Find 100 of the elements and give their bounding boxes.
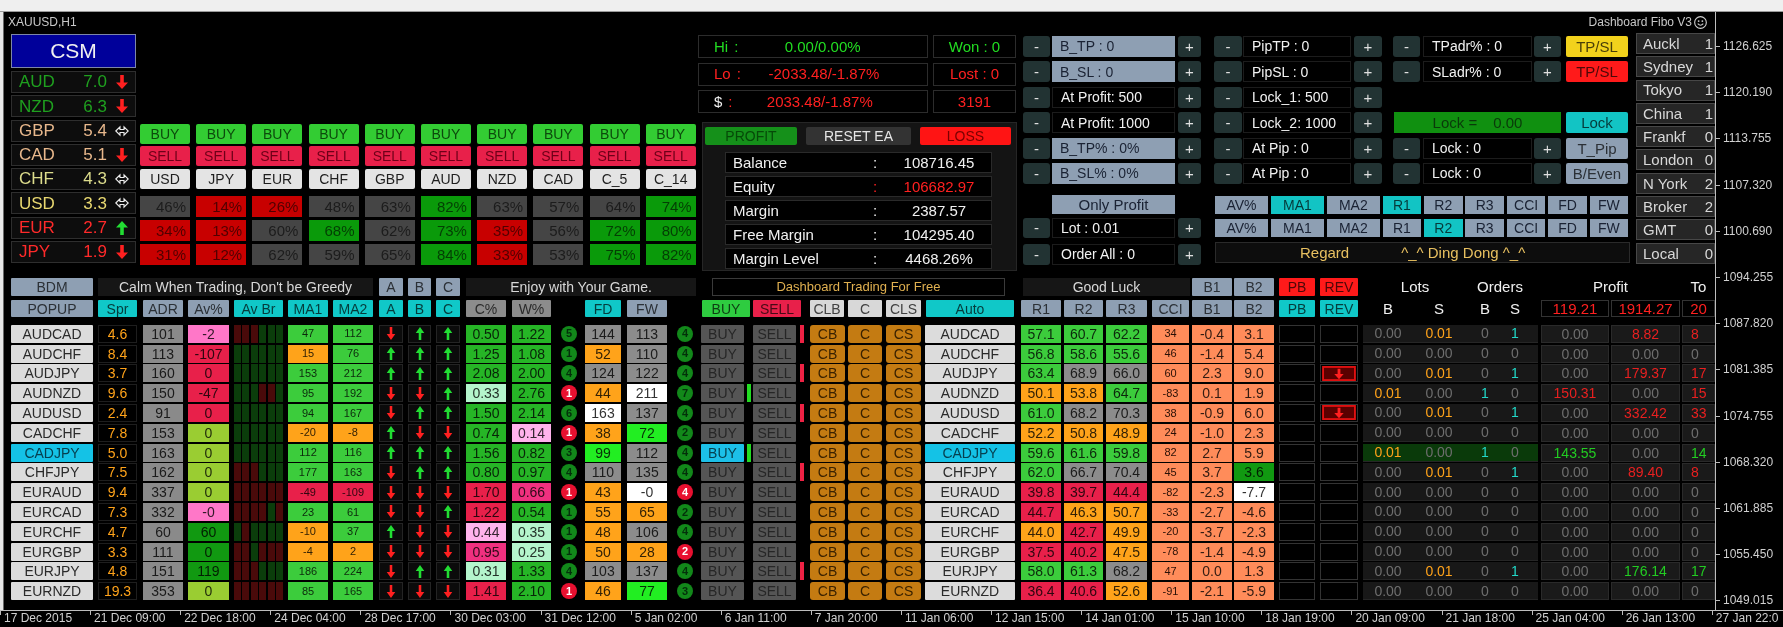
close-all-button[interactable]: C <box>848 423 882 442</box>
indicator-toggle[interactable]: FD <box>1548 218 1587 237</box>
increase-button[interactable]: + <box>1354 86 1382 108</box>
setting-field[interactable]: At Profit: 1000 <box>1052 112 1175 134</box>
action-button[interactable]: T_Pip <box>1566 137 1628 159</box>
column-button[interactable]: SELL <box>753 300 801 317</box>
setting-field[interactable]: B_TP% : 0% <box>1052 137 1175 159</box>
symbol-button[interactable]: CADJPY <box>925 443 1015 462</box>
setting-field[interactable]: Order All : 0 <box>1052 243 1175 265</box>
symbol-button[interactable]: EURCAD <box>11 502 93 521</box>
buy-button[interactable]: BUY <box>308 124 359 144</box>
buy-button[interactable]: BUY <box>645 124 696 144</box>
column-button[interactable]: C <box>848 300 882 317</box>
header-button[interactable]: A <box>379 278 403 296</box>
setting-field[interactable]: PipTP : 0 <box>1243 36 1351 57</box>
symbol-button[interactable]: CHFJPY <box>11 463 93 482</box>
close-sell-button[interactable]: CS <box>886 502 921 521</box>
increase-button[interactable]: + <box>1354 36 1382 57</box>
close-all-button[interactable]: C <box>848 384 882 403</box>
decrease-button[interactable]: - <box>1023 112 1050 134</box>
column-button[interactable]: FD <box>585 300 621 317</box>
header-button[interactable]: BDM <box>11 278 93 296</box>
decrease-button[interactable]: - <box>1023 243 1050 265</box>
indicator-toggle[interactable]: R2 <box>1424 195 1463 214</box>
only-profit-button[interactable]: Only Profit <box>1052 194 1175 214</box>
close-buy-button[interactable]: CB <box>810 423 845 442</box>
close-all-button[interactable]: C <box>848 364 882 383</box>
close-buy-button[interactable]: CB <box>810 483 845 502</box>
increase-button[interactable]: + <box>1534 162 1561 184</box>
decrease-button[interactable]: - <box>1023 61 1050 83</box>
buy-button[interactable]: BUY <box>420 124 471 144</box>
symbol-button[interactable]: EURAUD <box>11 483 93 502</box>
symbol-button[interactable]: EURJPY <box>11 562 93 581</box>
indicator-toggle[interactable]: MA1 <box>1270 218 1324 237</box>
action-button[interactable]: TP/SL <box>1566 61 1628 83</box>
header-button[interactable]: B1 <box>1192 278 1232 296</box>
column-button[interactable]: FW <box>627 300 667 317</box>
increase-button[interactable]: + <box>1178 36 1201 57</box>
close-all-button[interactable]: C <box>848 344 882 363</box>
setting-field[interactable]: B_SL% : 0% <box>1052 162 1175 184</box>
indicator-toggle[interactable]: AV% <box>1215 218 1268 237</box>
increase-button[interactable]: + <box>1534 137 1561 159</box>
decrease-button[interactable]: - <box>1023 217 1050 238</box>
close-sell-button[interactable]: CS <box>886 522 921 541</box>
symbol-button[interactable]: EURCHF <box>11 522 93 541</box>
close-all-button[interactable]: C <box>848 522 882 541</box>
setting-field[interactable]: Lock_2: 1000 <box>1243 112 1351 134</box>
action-button[interactable]: TP/SL <box>1566 36 1628 57</box>
symbol-button[interactable]: AUDNZD <box>11 384 93 403</box>
indicator-toggle[interactable]: R1 <box>1382 218 1422 237</box>
close-sell-button[interactable]: CS <box>886 463 921 482</box>
column-button[interactable]: REV <box>1320 300 1358 317</box>
close-buy-button[interactable]: CB <box>810 542 845 561</box>
decrease-button[interactable]: - <box>1023 86 1050 108</box>
close-sell-button[interactable]: CS <box>886 404 921 422</box>
increase-button[interactable]: + <box>1354 162 1382 184</box>
column-button[interactable]: C% <box>466 300 506 317</box>
sell-button[interactable]: SELL <box>477 146 528 166</box>
close-buy-button[interactable]: CB <box>810 562 845 581</box>
symbol-button[interactable]: CADCHF <box>11 423 93 442</box>
buy-button[interactable]: BUY <box>701 443 744 462</box>
column-button[interactable]: MA2 <box>333 300 373 317</box>
indicator-toggle[interactable]: CCI <box>1506 195 1546 214</box>
increase-button[interactable]: + <box>1178 86 1201 108</box>
sell-button[interactable]: SELL <box>589 146 640 166</box>
sell-button[interactable]: SELL <box>140 146 190 166</box>
header-button[interactable]: B2 <box>1234 278 1274 296</box>
close-all-button[interactable]: C <box>848 443 882 462</box>
buy-button[interactable]: BUY <box>477 124 528 144</box>
column-button[interactable]: POPUP <box>11 300 93 317</box>
indicator-toggle[interactable]: MA2 <box>1326 218 1380 237</box>
increase-button[interactable]: + <box>1354 61 1382 83</box>
sell-button[interactable]: SELL <box>308 146 359 166</box>
loss-button[interactable]: LOSS <box>920 127 1011 145</box>
close-buy-button[interactable]: CB <box>810 404 845 422</box>
decrease-button[interactable]: - <box>1023 162 1050 184</box>
symbol-button[interactable]: EURGBP <box>925 542 1015 561</box>
buy-button[interactable]: BUY <box>196 124 247 144</box>
setting-field[interactable]: B_TP : 0 <box>1052 36 1175 57</box>
decrease-button[interactable]: - <box>1214 36 1242 57</box>
symbol-button[interactable]: EURNZD <box>11 582 93 601</box>
symbol-button[interactable]: EURGBP <box>11 542 93 561</box>
buy-button[interactable]: BUY <box>140 124 190 144</box>
sell-button[interactable]: SELL <box>196 146 247 166</box>
indicator-toggle[interactable]: R3 <box>1465 195 1504 214</box>
setting-field[interactable]: Lock : 0 <box>1423 162 1532 184</box>
close-sell-button[interactable]: CS <box>886 384 921 403</box>
column-button[interactable]: B2 <box>1234 300 1274 317</box>
column-button[interactable]: Av% <box>188 300 229 317</box>
decrease-button[interactable]: - <box>1214 162 1242 184</box>
column-button[interactable]: Av Br <box>234 300 283 317</box>
setting-field[interactable]: At Profit: 500 <box>1052 86 1175 108</box>
decrease-button[interactable]: - <box>1214 112 1242 134</box>
decrease-button[interactable]: - <box>1214 137 1242 159</box>
setting-field[interactable]: Lot : 0.01 <box>1052 217 1175 238</box>
increase-button[interactable]: + <box>1178 217 1201 238</box>
column-button[interactable]: ADR <box>143 300 183 317</box>
reset-button[interactable]: RESET EA <box>806 127 911 145</box>
decrease-button[interactable]: - <box>1023 137 1050 159</box>
close-all-button[interactable]: C <box>848 542 882 561</box>
